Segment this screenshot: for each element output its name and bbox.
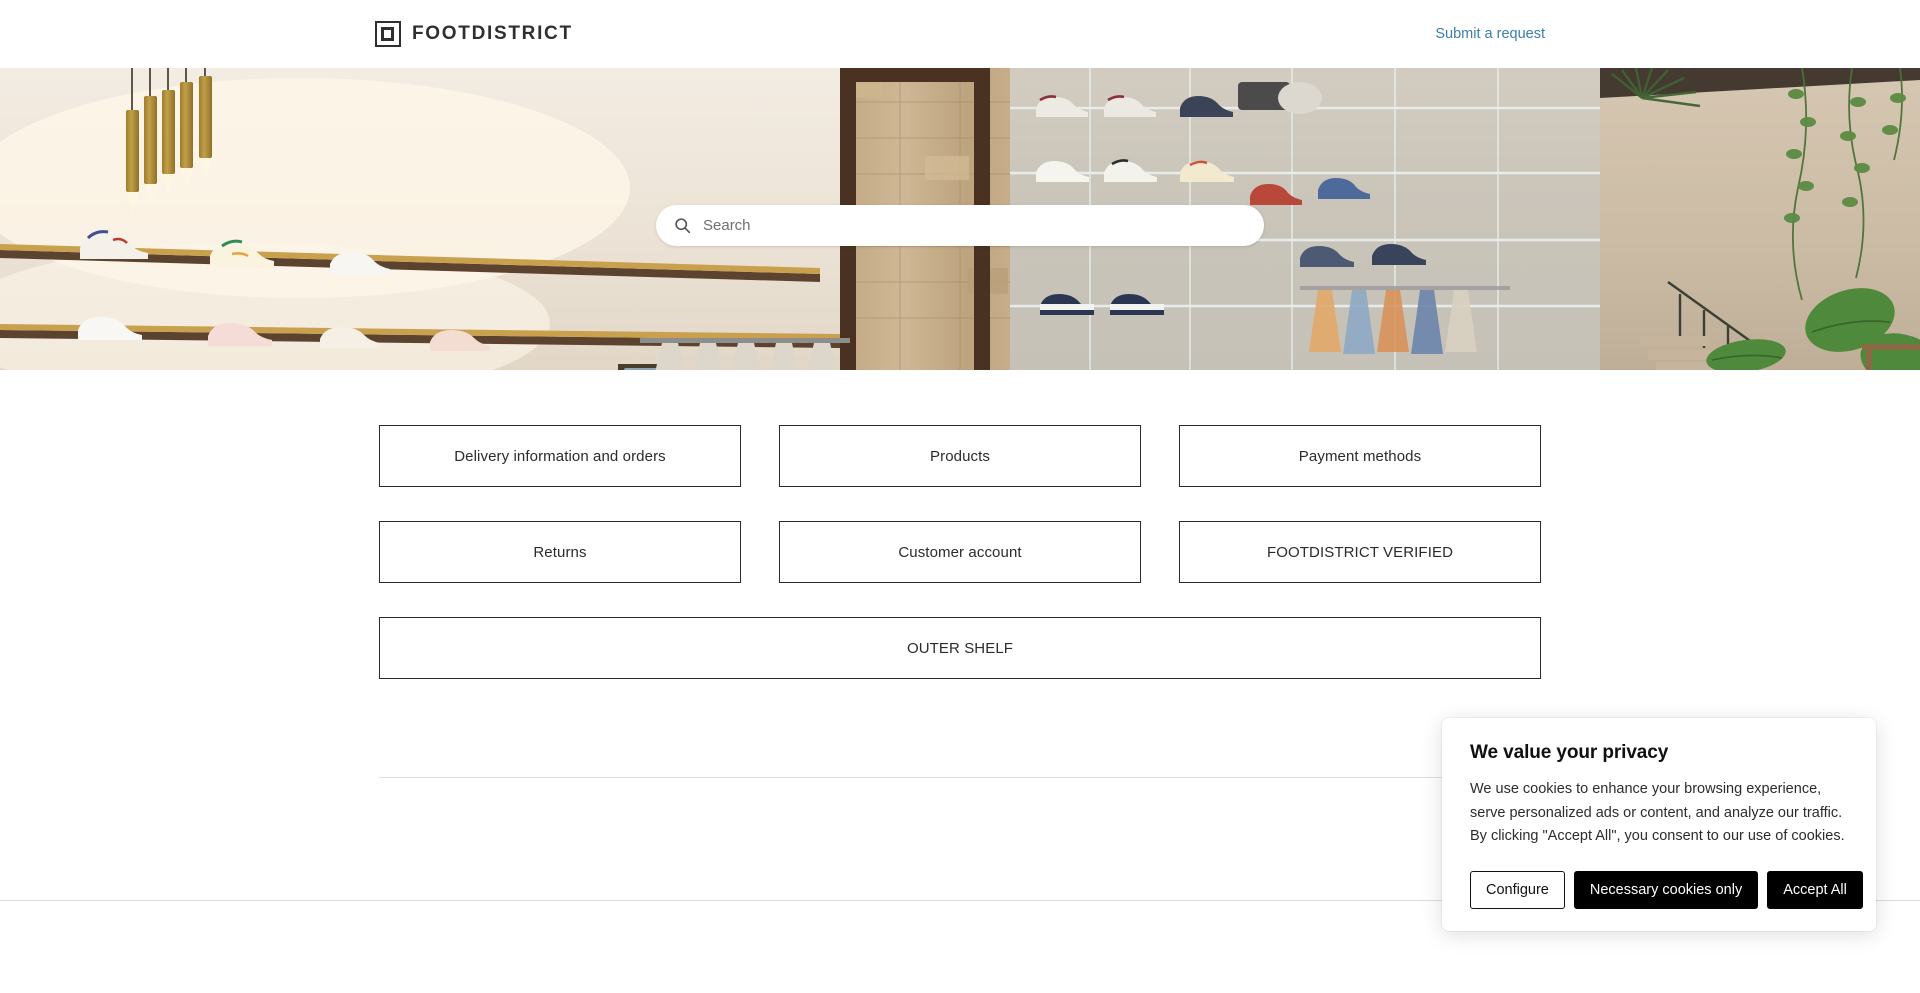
configure-cookies-button[interactable]: Configure xyxy=(1470,870,1565,909)
category-grid: Delivery information and orders Products… xyxy=(379,425,1541,713)
category-row-1: Delivery information and orders Products… xyxy=(379,425,1541,487)
hero-banner xyxy=(0,68,1920,370)
necessary-cookies-only-button[interactable]: Necessary cookies only xyxy=(1573,870,1759,909)
category-label: Payment methods xyxy=(1298,447,1422,465)
search-bar[interactable] xyxy=(656,205,1264,246)
search-input[interactable] xyxy=(703,205,1246,246)
brand-logo-link[interactable]: FOOTDISTRICT xyxy=(375,21,573,47)
category-label: OUTER SHELF xyxy=(906,639,1014,657)
category-row-2: Returns Customer account FOOTDISTRICT VE… xyxy=(379,521,1541,583)
category-label: FOOTDISTRICT VERIFIED xyxy=(1267,543,1453,561)
category-outer-shelf[interactable]: OUTER SHELF xyxy=(379,617,1541,679)
hero-search-container xyxy=(656,205,1264,246)
category-footdistrict-verified[interactable]: FOOTDISTRICT VERIFIED xyxy=(1179,521,1541,583)
accept-all-cookies-button[interactable]: Accept All xyxy=(1767,870,1863,909)
cookie-dialog-actions: Configure Necessary cookies only Accept … xyxy=(1470,870,1863,909)
category-label: Customer account xyxy=(898,543,1022,561)
search-icon xyxy=(675,218,691,234)
category-customer-account[interactable]: Customer account xyxy=(779,521,1141,583)
brand-name-text: FOOTDISTRICT xyxy=(412,23,573,44)
footdistrict-square-logo-icon xyxy=(375,21,401,47)
category-delivery-information-and-orders[interactable]: Delivery information and orders xyxy=(379,425,741,487)
cookie-dialog-title: We value your privacy xyxy=(1470,742,1669,763)
category-payment-methods[interactable]: Payment methods xyxy=(1179,425,1541,487)
category-products[interactable]: Products xyxy=(779,425,1141,487)
content-divider xyxy=(379,777,1541,778)
submit-a-request-link[interactable]: Submit a request xyxy=(1435,26,1545,42)
category-returns[interactable]: Returns xyxy=(379,521,741,583)
category-label: Products xyxy=(930,447,990,465)
help-center-page: FOOTDISTRICT Submit a request Search Del… xyxy=(0,0,1920,993)
category-label: Delivery information and orders xyxy=(454,447,666,465)
cookie-consent-dialog: We value your privacy We use cookies to … xyxy=(1442,718,1876,931)
category-label: Returns xyxy=(533,543,587,561)
category-row-3: OUTER SHELF xyxy=(379,617,1541,679)
site-header: FOOTDISTRICT Submit a request xyxy=(0,0,1920,68)
cookie-dialog-body: We use cookies to enhance your browsing … xyxy=(1470,781,1845,844)
